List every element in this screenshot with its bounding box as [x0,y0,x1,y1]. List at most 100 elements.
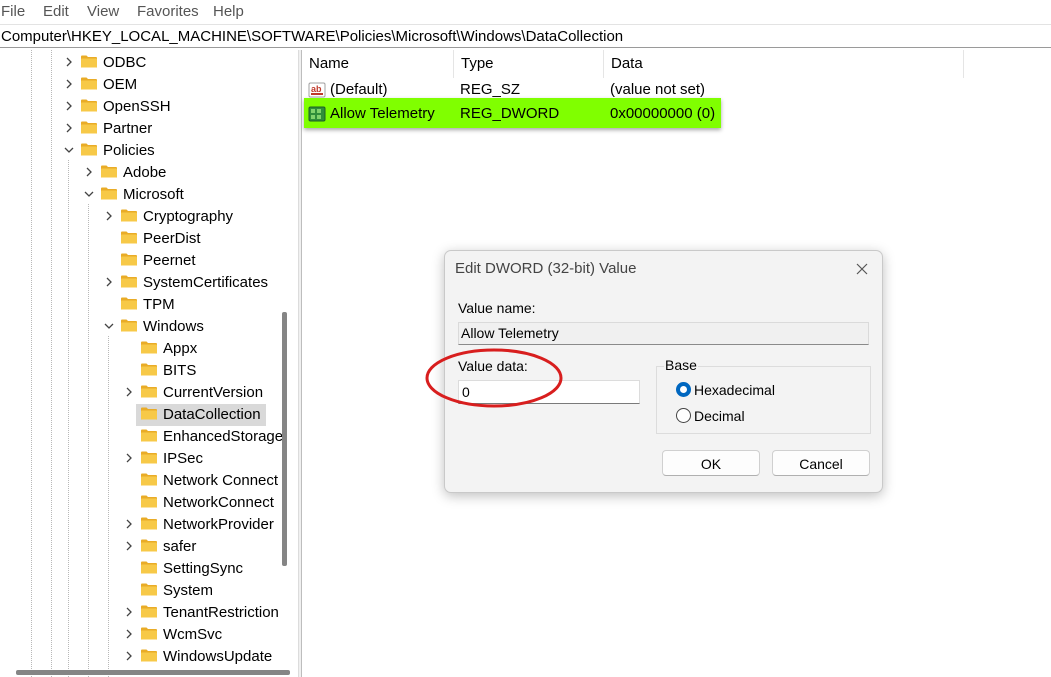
chevron-right-icon[interactable] [123,540,135,552]
close-icon [856,263,868,275]
tree-item-label: NetworkProvider [163,516,274,533]
chevron-right-icon[interactable] [123,628,135,640]
folder-icon [140,582,158,597]
tree-item-label: EnhancedStorage [163,428,284,445]
folder-icon [140,428,158,443]
binary-value-icon [308,106,326,122]
tree-item[interactable]: CurrentVersion [0,382,298,404]
chevron-down-icon[interactable] [63,144,75,156]
folder-icon [140,648,158,663]
folder-icon [140,626,158,641]
tree-vertical-scrollbar[interactable] [282,312,287,566]
tree-item[interactable]: SystemCertificates [0,272,298,294]
chevron-right-icon[interactable] [123,650,135,662]
folder-icon [120,252,138,267]
folder-icon [80,120,98,135]
svg-text:ab: ab [311,84,322,94]
tree-item[interactable]: NetworkConnect [0,492,298,514]
cancel-button[interactable]: Cancel [772,450,870,476]
tree-item[interactable]: Appx [0,338,298,360]
tree-item[interactable]: Windows [0,316,298,338]
tree-item[interactable]: Policies [0,140,298,162]
chevron-right-icon[interactable] [123,452,135,464]
chevron-right-icon[interactable] [123,606,135,618]
address-bar[interactable]: Computer\HKEY_LOCAL_MACHINE\SOFTWARE\Pol… [0,24,1051,48]
menu-file[interactable]: File [1,3,25,20]
tree-item[interactable]: OpenSSH [0,96,298,118]
chevron-right-icon[interactable] [63,100,75,112]
tree-item[interactable]: Peernet [0,250,298,272]
base-group [656,366,871,434]
registry-tree[interactable]: ODBC OEM OpenSSH Partner Policies Adobe Micros… [0,50,298,677]
chevron-right-icon[interactable] [63,56,75,68]
hexadecimal-label[interactable]: Hexadecimal [694,382,775,398]
tree-item[interactable]: Partner [0,118,298,140]
tree-item[interactable]: safer [0,536,298,558]
value-data: 0x00000000 (0) [610,105,716,122]
column-header-name[interactable]: Name [302,50,454,78]
folder-icon [140,516,158,531]
tree-item[interactable]: Network Connect [0,470,298,492]
list-row-allow-telemetry[interactable]: Allow Telemetry REG_DWORD 0x00000000 (0) [302,103,722,125]
tree-horizontal-scrollbar[interactable] [16,670,290,675]
chevron-right-icon[interactable] [63,122,75,134]
tree-item[interactable]: BITS [0,360,298,382]
tree-item[interactable]: PeerDist [0,228,298,250]
hexadecimal-radio[interactable] [676,382,691,397]
tree-item[interactable]: Cryptography [0,206,298,228]
tree-item[interactable]: Adobe [0,162,298,184]
folder-icon [140,560,158,575]
tree-item[interactable]: TPM [0,294,298,316]
value-name-field: Allow Telemetry [458,322,869,345]
tree-item-label: ODBC [103,54,147,71]
tree-item-label: CurrentVersion [163,384,264,401]
tree-item-label: Cryptography [143,208,234,225]
tree-item[interactable]: DataCollection [0,404,298,426]
tree-item[interactable]: Microsoft [0,184,298,206]
chevron-right-icon[interactable] [63,78,75,90]
list-row-default[interactable]: ab (Default) REG_SZ (value not set) [302,79,722,101]
folder-icon [80,142,98,157]
folder-icon [140,472,158,487]
decimal-radio[interactable] [676,408,691,423]
folder-icon [80,98,98,113]
tree-item[interactable]: WcmSvc [0,624,298,646]
ok-button[interactable]: OK [662,450,760,476]
chevron-right-icon[interactable] [123,386,135,398]
column-header-data[interactable]: Data [604,50,964,78]
tree-item-label: SettingSync [163,560,244,577]
tree-item-label: TenantRestriction [163,604,279,621]
tree-item-label: SystemCertificates [143,274,269,291]
chevron-down-icon[interactable] [103,320,115,332]
chevron-right-icon[interactable] [123,518,135,530]
tree-item[interactable]: ODBC [0,52,298,74]
menu-favorites[interactable]: Favorites [137,3,199,20]
tree-item[interactable]: OEM [0,74,298,96]
tree-item[interactable]: IPSec [0,448,298,470]
tree-item-label: Policies [103,142,155,159]
menu-help[interactable]: Help [213,3,244,20]
tree-item[interactable]: WindowsUpdate [0,646,298,668]
tree-item-label: PeerDist [143,230,201,247]
chevron-right-icon[interactable] [83,166,95,178]
column-header-type[interactable]: Type [454,50,604,78]
tree-item[interactable]: System [0,580,298,602]
menu-bar: File Edit View Favorites Help [0,0,1051,24]
tree-item[interactable]: EnhancedStorage [0,426,298,448]
base-label: Base [664,357,698,373]
tree-item-label: Appx [163,340,198,357]
close-button[interactable] [852,259,872,279]
chevron-right-icon[interactable] [103,210,115,222]
tree-item[interactable]: TenantRestriction [0,602,298,624]
folder-icon [140,384,158,399]
tree-item-label: IPSec [163,450,204,467]
decimal-label[interactable]: Decimal [694,408,745,424]
menu-view[interactable]: View [87,3,119,20]
tree-item[interactable]: NetworkProvider [0,514,298,536]
tree-item[interactable]: SettingSync [0,558,298,580]
value-name: Allow Telemetry [330,105,435,122]
chevron-down-icon[interactable] [83,188,95,200]
chevron-right-icon[interactable] [103,276,115,288]
menu-edit[interactable]: Edit [43,3,69,20]
folder-icon [140,406,158,421]
